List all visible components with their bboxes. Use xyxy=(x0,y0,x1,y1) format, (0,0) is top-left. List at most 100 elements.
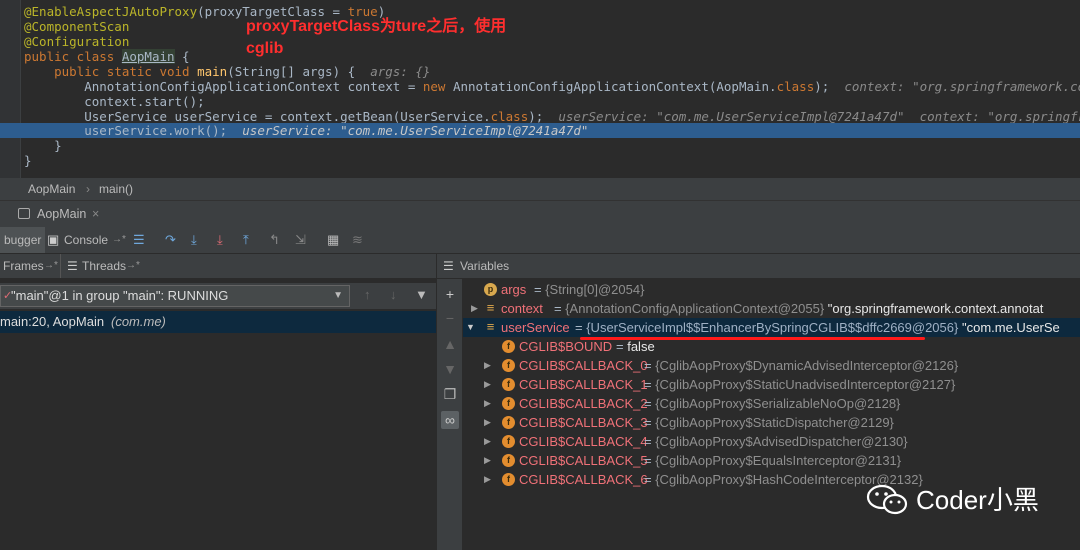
evaluate-expression-icon[interactable]: ▦ xyxy=(327,227,339,253)
code-token: @EnableAspectJAutoProxy xyxy=(24,4,198,19)
equals-sign: = xyxy=(616,339,624,354)
run-tab-label[interactable]: AopMain xyxy=(37,201,86,227)
add-watch-icon[interactable]: + xyxy=(441,285,459,303)
tab-console[interactable]: Console xyxy=(64,227,108,253)
code-line[interactable]: @ComponentScan xyxy=(0,19,1080,34)
equals-sign: = xyxy=(534,282,542,297)
variable-name: userService xyxy=(501,320,570,335)
drop-frame-icon[interactable]: ↰ xyxy=(269,227,280,253)
code-line[interactable]: } xyxy=(0,138,1080,153)
filter-icon[interactable]: ▼ xyxy=(415,287,428,302)
variable-row[interactable]: p args = {String[0]@2054} xyxy=(463,280,1080,299)
expand-arrow-icon[interactable]: ▶ xyxy=(471,299,478,318)
show-watches-icon[interactable]: ∞ xyxy=(441,411,459,429)
watermark: Coder小黑 xyxy=(864,482,1039,518)
thread-select[interactable]: ✓ "main"@1 in group "main": RUNNING ▼ xyxy=(0,285,350,307)
code-line[interactable]: public class AopMain { xyxy=(0,49,1080,64)
code-line[interactable]: } xyxy=(0,153,1080,168)
chevron-down-icon: ▼ xyxy=(333,290,343,301)
annotation-note: proxyTargetClass为ture之后，使用 cglib xyxy=(246,16,506,60)
run-to-cursor-icon[interactable]: ⇲ xyxy=(295,227,306,253)
frame-up-icon[interactable]: ↑ xyxy=(364,287,371,302)
code-line[interactable]: @Configuration xyxy=(0,34,1080,49)
expand-arrow-icon[interactable]: ▶ xyxy=(484,451,491,470)
annotation-underline xyxy=(580,337,925,340)
watermark-text: Coder小黑 xyxy=(916,485,1039,515)
variable-row[interactable]: ▶ f CGLIB$CALLBACK_5 = {CglibAopProxy$Eq… xyxy=(463,451,1080,470)
code-line[interactable]: context.start(); xyxy=(0,94,1080,109)
equals-sign: = xyxy=(575,320,583,335)
code-token: AnnotationConfigApplicationContext(AopMa… xyxy=(445,79,777,94)
tab-debugger[interactable]: bugger xyxy=(0,227,46,253)
inline-debug-hint: args: {} xyxy=(370,64,431,79)
breadcrumb-separator: › xyxy=(86,182,90,196)
variable-name: CGLIB$CALLBACK_4 xyxy=(519,434,648,449)
variable-row[interactable]: ▶ f CGLIB$CALLBACK_2 = {CglibAopProxy$Se… xyxy=(463,394,1080,413)
expand-arrow-icon[interactable]: ▶ xyxy=(484,432,491,451)
move-down-icon[interactable]: ▼ xyxy=(441,360,459,378)
step-over-icon[interactable]: ↷ xyxy=(165,227,176,253)
thread-row: ✓ "main"@1 in group "main": RUNNING ▼ ↑ … xyxy=(0,283,436,309)
equals-sign: = xyxy=(644,377,652,392)
pin-icon[interactable]: →* xyxy=(112,227,126,253)
variable-type: {CglibAopProxy$StaticUnadvisedIntercepto… xyxy=(655,377,956,392)
code-editor[interactable]: ● @EnableAspectJAutoProxy(proxyTargetCla… xyxy=(0,0,1080,178)
remove-watch-icon[interactable]: − xyxy=(441,309,459,327)
variable-row[interactable]: ▶ ≡ context = {AnnotationConfigApplicati… xyxy=(463,299,1080,318)
frame-row[interactable]: main:20, AopMain (com.me) xyxy=(0,311,436,333)
variable-name: CGLIB$CALLBACK_5 xyxy=(519,453,648,468)
expand-arrow-icon[interactable]: ▶ xyxy=(484,356,491,375)
frames-list: main:20, AopMain (com.me) xyxy=(0,310,436,550)
parameter-icon: p xyxy=(484,283,497,296)
show-execution-point-icon[interactable]: ☰ xyxy=(133,227,145,253)
inline-debug-hint: userService: "com.me.UserServiceImpl@724… xyxy=(558,109,1080,124)
expand-arrow-icon[interactable]: ▶ xyxy=(484,394,491,413)
console-icon: ▣ xyxy=(47,232,60,247)
thread-select-value: "main"@1 in group "main": RUNNING xyxy=(11,288,229,303)
threads-icon: ☰ xyxy=(67,259,78,273)
variable-type: {AnnotationConfigApplicationContext@2055… xyxy=(565,301,825,316)
expand-arrow-icon[interactable]: ▶ xyxy=(484,413,491,432)
variable-name: CGLIB$CALLBACK_3 xyxy=(519,415,648,430)
debug-run-tabbar: AopMain × xyxy=(0,200,1080,228)
frame-down-icon[interactable]: ↓ xyxy=(390,287,397,302)
expand-arrow-icon[interactable]: ▶ xyxy=(484,470,491,489)
field-icon: f xyxy=(502,473,515,486)
variable-row[interactable]: ▼ ≡ userService = {UserServiceImpl$$Enha… xyxy=(463,318,1080,337)
code-line[interactable]: UserService userService = context.getBea… xyxy=(0,109,1080,124)
code-line[interactable]: public static void main(String[] args) {… xyxy=(0,64,1080,79)
code-token: AopMain xyxy=(121,49,175,64)
run-config-icon xyxy=(18,208,30,219)
code-line[interactable]: @EnableAspectJAutoProxy(proxyTargetClass… xyxy=(0,4,1080,19)
code-token: class xyxy=(490,109,529,124)
step-into-icon[interactable]: ⤓ xyxy=(191,227,197,253)
pin-icon[interactable]: →* xyxy=(44,254,58,278)
code-line[interactable]: AnnotationConfigApplicationContext conte… xyxy=(0,79,1080,94)
pin-icon[interactable]: →* xyxy=(126,254,140,278)
copy-icon[interactable]: ❐ xyxy=(441,385,459,403)
close-icon[interactable]: × xyxy=(92,201,99,227)
tab-threads[interactable]: Threads xyxy=(82,254,126,278)
code-line-current[interactable]: userService.work(); userService: "com.me… xyxy=(0,123,1080,138)
tab-frames[interactable]: Frames xyxy=(3,254,44,278)
variable-type: {CglibAopProxy$AdvisedDispatcher@2130} xyxy=(655,434,908,449)
variables-title: Variables xyxy=(460,259,510,273)
variable-row[interactable]: ▶ f CGLIB$CALLBACK_4 = {CglibAopProxy$Ad… xyxy=(463,432,1080,451)
code-token: (String[] args) { xyxy=(227,64,371,79)
variable-value: "org.springframework.context.annotat xyxy=(827,301,1044,316)
breadcrumb-method[interactable]: main() xyxy=(99,178,133,200)
breadcrumb-class[interactable]: AopMain xyxy=(28,178,75,200)
variable-name: args xyxy=(501,282,527,297)
variable-row[interactable]: ▶ f CGLIB$CALLBACK_0 = {CglibAopProxy$Dy… xyxy=(463,356,1080,375)
collapse-arrow-icon[interactable]: ▼ xyxy=(466,318,475,337)
variable-row[interactable]: ▶ f CGLIB$CALLBACK_3 = {CglibAopProxy$St… xyxy=(463,413,1080,432)
move-up-icon[interactable]: ▲ xyxy=(441,335,459,353)
expand-arrow-icon[interactable]: ▶ xyxy=(484,375,491,394)
variable-row[interactable]: ▶ f CGLIB$CALLBACK_1 = {CglibAopProxy$St… xyxy=(463,375,1080,394)
force-step-into-icon[interactable]: ⤓ xyxy=(217,227,223,253)
step-out-icon[interactable]: ⤒ xyxy=(243,227,249,253)
trace-icon[interactable]: ≋ xyxy=(352,227,363,253)
